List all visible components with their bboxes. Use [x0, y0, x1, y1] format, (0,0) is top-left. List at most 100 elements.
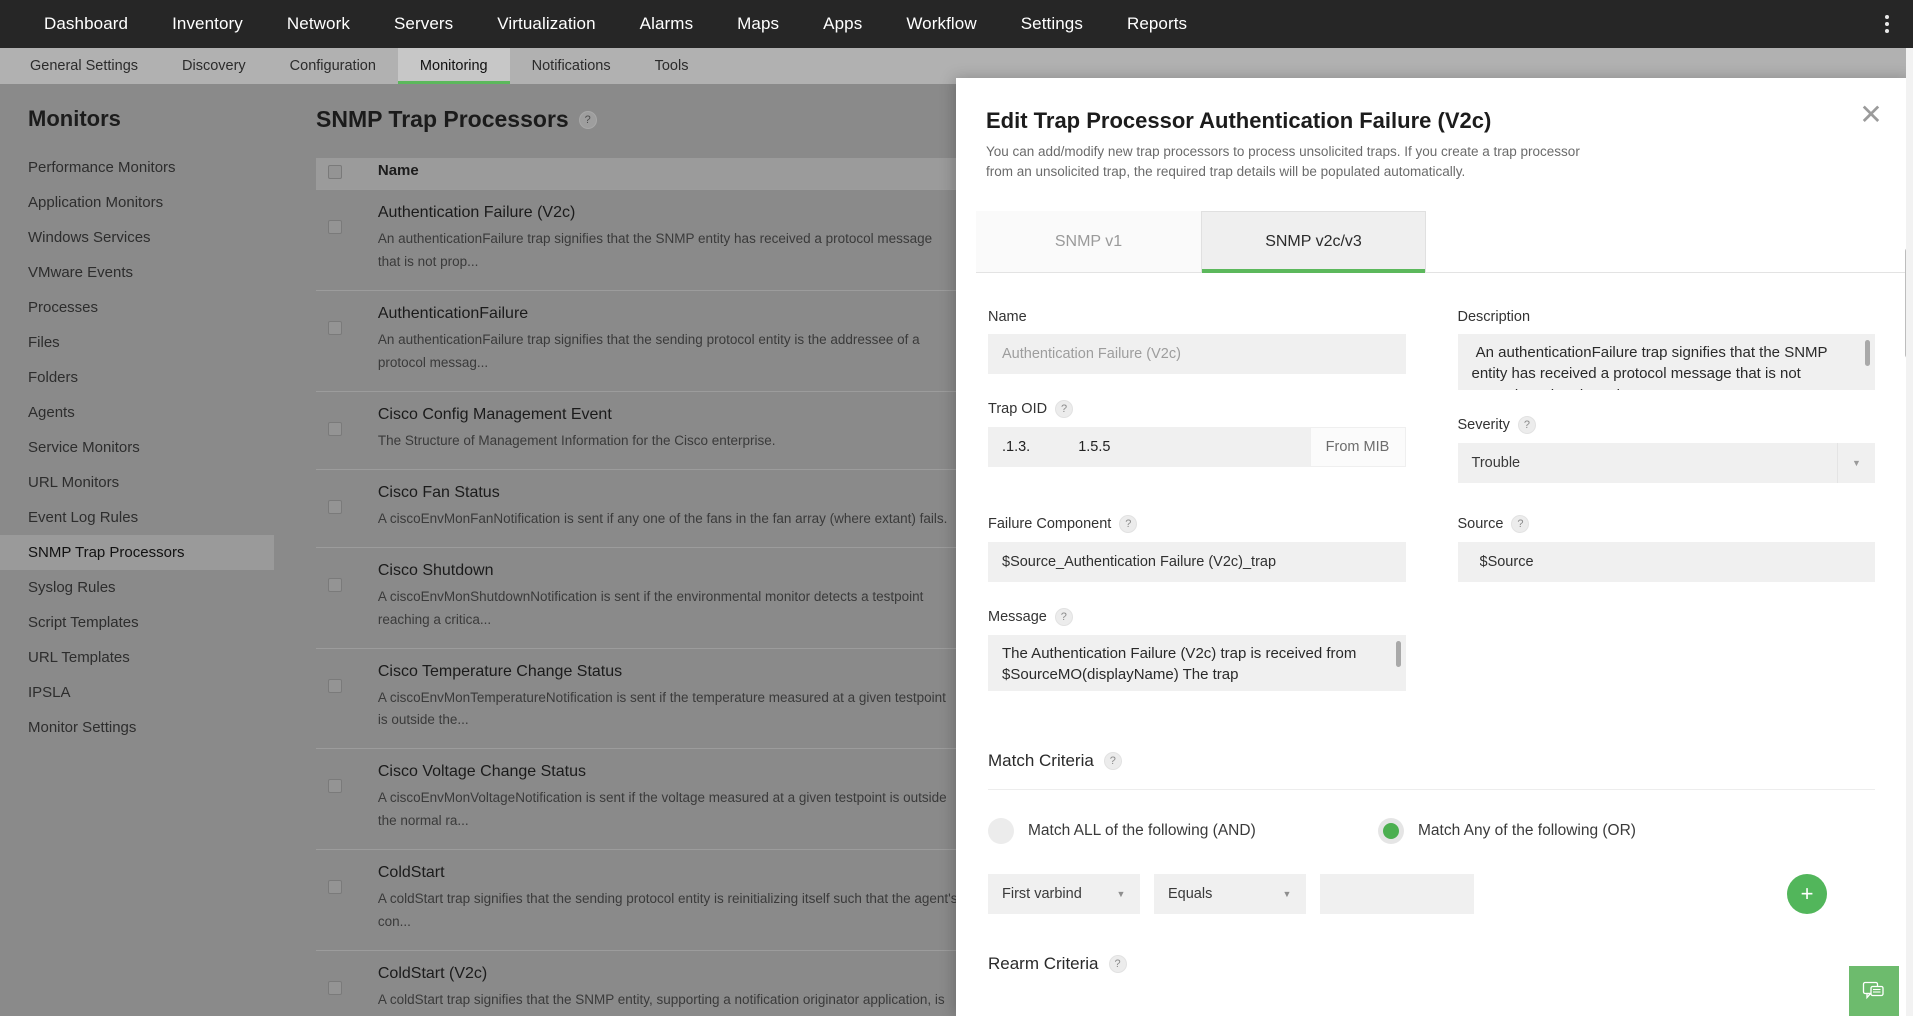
match-criteria-row: First varbind ▼ Equals ▼ + [988, 874, 1875, 914]
severity-field-group: Severity ? Trouble ▼ [1458, 416, 1876, 483]
top-nav-item-settings[interactable]: Settings [999, 0, 1105, 48]
sidebar-item-event-log-rules[interactable]: Event Log Rules [0, 500, 274, 535]
form-row-1: Name Trap OID ? .1.3. 1.5.5 From MIB [988, 309, 1875, 509]
page-scrollbar[interactable] [1906, 48, 1913, 1016]
sub-nav-item-monitoring[interactable]: Monitoring [398, 48, 510, 84]
row-checkbox-cell [316, 290, 378, 391]
trap-oid-suffix: 1.5.5 [1078, 439, 1110, 455]
top-nav-item-servers[interactable]: Servers [372, 0, 475, 48]
sidebar-item-syslog-rules[interactable]: Syslog Rules [0, 570, 274, 605]
sidebar-item-monitor-settings[interactable]: Monitor Settings [0, 710, 274, 745]
top-nav-item-virtualization[interactable]: Virtualization [475, 0, 617, 48]
help-question-icon[interactable]: ? [1109, 955, 1127, 973]
description-textarea[interactable] [1458, 334, 1876, 390]
tab-snmp-v1[interactable]: SNMP v1 [976, 211, 1201, 273]
help-question-icon[interactable]: ? [579, 111, 597, 129]
help-question-icon[interactable]: ? [1511, 515, 1529, 533]
row-checkbox[interactable] [328, 422, 342, 436]
chevron-down-icon: ▼ [1837, 443, 1875, 483]
sub-nav-item-notifications[interactable]: Notifications [510, 48, 633, 84]
match-mode-option-and[interactable]: Match ALL of the following (AND) [988, 818, 1378, 844]
sub-nav-item-configuration[interactable]: Configuration [268, 48, 398, 84]
rearm-criteria-header: Rearm Criteria ? [988, 954, 1875, 974]
sidebar-item-performance-monitors[interactable]: Performance Monitors [0, 150, 274, 185]
sidebar-item-application-monitors[interactable]: Application Monitors [0, 185, 274, 220]
tab-snmp-v2c-v3[interactable]: SNMP v2c/v3 [1201, 211, 1426, 273]
top-navigation-bar: DashboardInventoryNetworkServersVirtuali… [0, 0, 1913, 48]
sub-nav-item-tools[interactable]: Tools [633, 48, 711, 84]
match-operator-select[interactable]: Equals ▼ [1154, 874, 1306, 914]
snmp-version-tabs: SNMP v1SNMP v2c/v3 [976, 211, 1913, 273]
more-vertical-icon[interactable] [1875, 0, 1899, 48]
chevron-down-icon: ▼ [1268, 874, 1306, 914]
close-icon[interactable]: ✕ [1857, 102, 1885, 130]
row-checkbox[interactable] [328, 679, 342, 693]
sidebar-item-script-templates[interactable]: Script Templates [0, 605, 274, 640]
row-description: An authenticationFailure trap signifies … [378, 329, 958, 375]
help-question-icon[interactable]: ? [1055, 400, 1073, 418]
select-all-header [316, 158, 378, 190]
sub-nav-item-general-settings[interactable]: General Settings [8, 48, 160, 84]
sidebar-item-processes[interactable]: Processes [0, 290, 274, 325]
sidebar-item-vmware-events[interactable]: VMware Events [0, 255, 274, 290]
sidebar-item-folders[interactable]: Folders [0, 360, 274, 395]
row-checkbox[interactable] [328, 779, 342, 793]
radio-button[interactable] [988, 818, 1014, 844]
sidebar-item-agents[interactable]: Agents [0, 395, 274, 430]
row-checkbox[interactable] [328, 981, 342, 995]
message-scrollbar[interactable] [1396, 641, 1401, 667]
name-input[interactable] [988, 334, 1406, 374]
sidebar-item-url-templates[interactable]: URL Templates [0, 640, 274, 675]
row-checkbox[interactable] [328, 880, 342, 894]
message-label: Message [988, 609, 1047, 625]
message-textarea[interactable] [988, 635, 1406, 691]
sidebar-item-windows-services[interactable]: Windows Services [0, 220, 274, 255]
sidebar-item-url-monitors[interactable]: URL Monitors [0, 465, 274, 500]
sidebar: Monitors Performance MonitorsApplication… [0, 84, 274, 1016]
sidebar-item-service-monitors[interactable]: Service Monitors [0, 430, 274, 465]
top-nav-item-apps[interactable]: Apps [801, 0, 884, 48]
form-row-2: Failure Component ? Message ? [988, 515, 1875, 717]
row-checkbox[interactable] [328, 500, 342, 514]
sidebar-item-files[interactable]: Files [0, 325, 274, 360]
help-question-icon[interactable]: ? [1518, 416, 1536, 434]
top-nav-item-dashboard[interactable]: Dashboard [22, 0, 150, 48]
row-checkbox[interactable] [328, 578, 342, 592]
row-checkbox-cell [316, 749, 378, 850]
match-value-input[interactable] [1320, 874, 1474, 914]
from-mib-button[interactable]: From MIB [1310, 427, 1406, 467]
top-nav-item-workflow[interactable]: Workflow [884, 0, 998, 48]
sidebar-item-snmp-trap-processors[interactable]: SNMP Trap Processors [0, 535, 274, 570]
top-nav-items: DashboardInventoryNetworkServersVirtuali… [22, 0, 1209, 48]
trap-oid-row: .1.3. 1.5.5 From MIB [988, 427, 1406, 467]
match-field-select[interactable]: First varbind ▼ [988, 874, 1140, 914]
source-label-row: Source ? [1458, 515, 1876, 533]
description-label: Description [1458, 309, 1876, 325]
row-checkbox-cell [316, 547, 378, 648]
row-checkbox[interactable] [328, 321, 342, 335]
help-question-icon[interactable]: ? [1104, 752, 1122, 770]
sidebar-item-ipsla[interactable]: IPSLA [0, 675, 274, 710]
help-question-icon[interactable]: ? [1119, 515, 1137, 533]
description-textarea-wrap [1458, 334, 1876, 390]
top-nav-item-network[interactable]: Network [265, 0, 372, 48]
select-all-checkbox[interactable] [328, 165, 342, 179]
top-nav-item-alarms[interactable]: Alarms [618, 0, 716, 48]
description-scrollbar[interactable] [1865, 340, 1870, 366]
match-mode-option-or[interactable]: Match Any of the following (OR) [1378, 818, 1636, 844]
help-question-icon[interactable]: ? [1055, 608, 1073, 626]
trap-oid-input[interactable]: .1.3. 1.5.5 [988, 427, 1310, 467]
top-nav-item-maps[interactable]: Maps [715, 0, 801, 48]
chat-bubbles-icon[interactable] [1849, 966, 1899, 1016]
row-checkbox-cell [316, 951, 378, 1016]
radio-button[interactable] [1378, 818, 1404, 844]
row-checkbox[interactable] [328, 220, 342, 234]
severity-select[interactable]: Trouble ▼ [1458, 443, 1876, 483]
failure-component-input[interactable] [988, 542, 1406, 582]
severity-label: Severity [1458, 417, 1510, 433]
top-nav-item-reports[interactable]: Reports [1105, 0, 1209, 48]
source-input[interactable] [1458, 542, 1876, 582]
top-nav-item-inventory[interactable]: Inventory [150, 0, 265, 48]
plus-icon[interactable]: + [1787, 874, 1827, 914]
sub-nav-item-discovery[interactable]: Discovery [160, 48, 268, 84]
